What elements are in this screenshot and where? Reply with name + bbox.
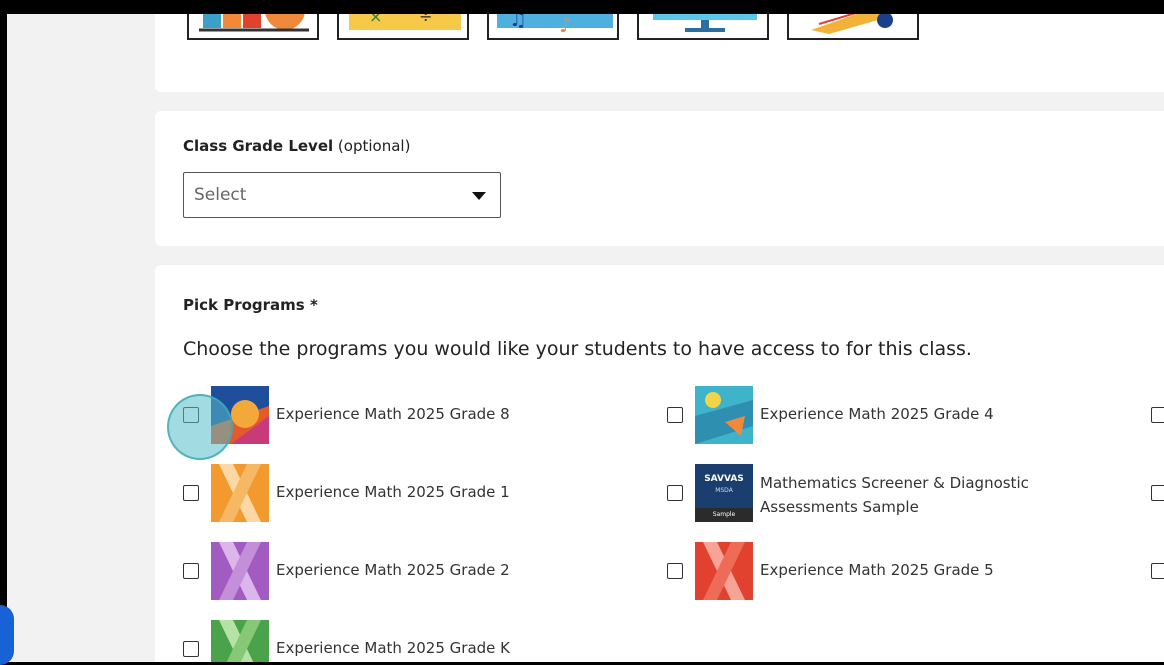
corner-widget[interactable] bbox=[0, 605, 14, 665]
program-checkbox[interactable] bbox=[1151, 485, 1164, 501]
program-label: Mathematics Screener & Diagnostic Assess… bbox=[760, 474, 1029, 516]
program-label: Experience Math 2025 Grade K bbox=[276, 639, 510, 657]
focus-highlight bbox=[167, 394, 233, 460]
svg-text:×: × bbox=[369, 14, 382, 26]
program-cover bbox=[211, 464, 269, 522]
subject-card: × ÷ ♫ ♪ bbox=[155, 14, 1164, 92]
program-checkbox[interactable] bbox=[1151, 563, 1164, 579]
program-cover bbox=[695, 542, 753, 600]
program-label: Experience Math 2025 Grade 1 bbox=[276, 483, 510, 501]
program-checkbox[interactable] bbox=[667, 563, 683, 579]
computer-icon bbox=[639, 14, 767, 38]
program-cover bbox=[211, 620, 269, 662]
subject-tile[interactable] bbox=[787, 14, 919, 40]
program-label: Experience Math 2025 Grade 2 bbox=[276, 561, 510, 579]
svg-text:÷: ÷ bbox=[419, 14, 432, 26]
savvas-logo: SAVVAS bbox=[704, 474, 744, 484]
program-label: Experience Math 2025 Grade 8 bbox=[276, 405, 510, 423]
program-checkbox[interactable] bbox=[667, 485, 683, 501]
program-cover bbox=[695, 386, 753, 444]
grade-level-select[interactable]: Select bbox=[183, 172, 501, 218]
grade-level-label: Class Grade Level (optional) bbox=[183, 137, 411, 155]
sample-tag: Sample bbox=[695, 508, 753, 522]
subject-tile[interactable]: ♫ ♪ bbox=[487, 14, 619, 40]
science-icon bbox=[789, 14, 917, 38]
msda-label: MSDA bbox=[715, 487, 733, 494]
program-label: Experience Math 2025 Grade 4 bbox=[760, 405, 994, 423]
subject-tile[interactable] bbox=[637, 14, 769, 40]
program-checkbox[interactable] bbox=[183, 641, 199, 657]
svg-text:♪: ♪ bbox=[559, 14, 572, 37]
caret-down-icon bbox=[472, 192, 486, 200]
program-checkbox[interactable] bbox=[183, 485, 199, 501]
page: × ÷ ♫ ♪ Class Grade Level (optional) Sel… bbox=[7, 14, 1164, 662]
programs-card: Pick Programs * Choose the programs you … bbox=[155, 265, 1164, 662]
program-label: Experience Math 2025 Grade 5 bbox=[760, 561, 994, 579]
programs-description: Choose the programs you would like your … bbox=[183, 338, 972, 360]
music-notes-icon: ♫ ♪ bbox=[489, 14, 617, 38]
grade-level-card: Class Grade Level (optional) Select bbox=[155, 111, 1164, 246]
program-cover bbox=[211, 542, 269, 600]
math-symbols-icon: × ÷ bbox=[339, 14, 467, 38]
subject-tile[interactable] bbox=[187, 14, 319, 40]
program-checkbox[interactable] bbox=[667, 407, 683, 423]
program-checkbox[interactable] bbox=[1151, 407, 1164, 423]
subject-tile[interactable]: × ÷ bbox=[337, 14, 469, 40]
programs-heading: Pick Programs * bbox=[183, 296, 318, 314]
select-value: Select bbox=[194, 185, 247, 205]
chart-icon bbox=[189, 14, 317, 38]
svg-text:♫: ♫ bbox=[509, 14, 527, 31]
program-checkbox[interactable] bbox=[183, 563, 199, 579]
program-cover: SAVVAS MSDA Sample bbox=[695, 464, 753, 522]
